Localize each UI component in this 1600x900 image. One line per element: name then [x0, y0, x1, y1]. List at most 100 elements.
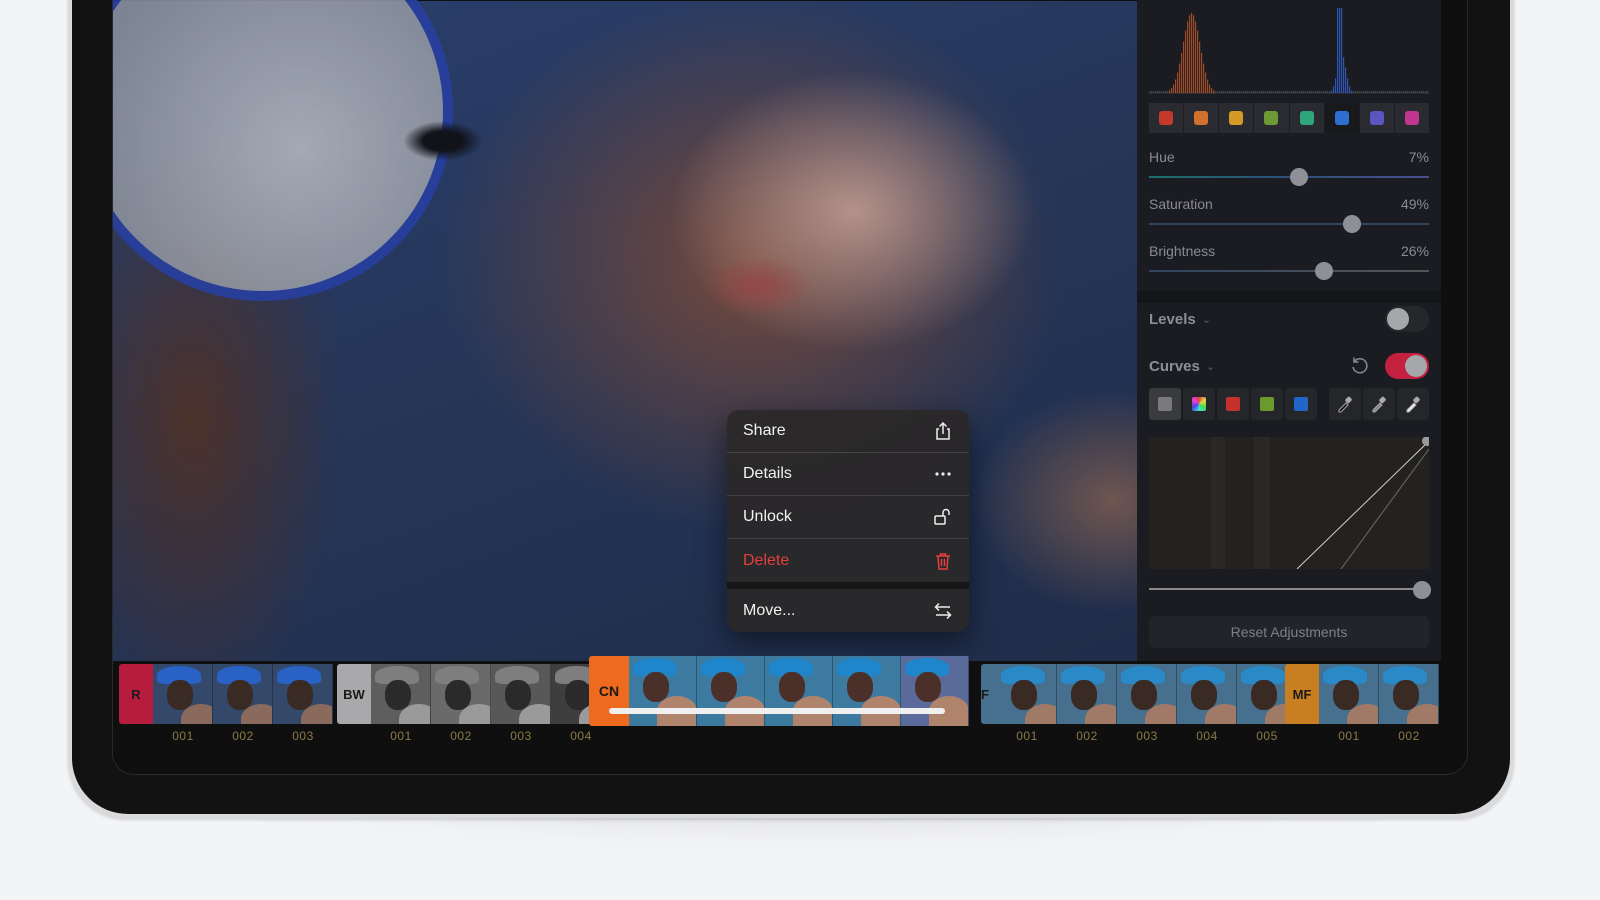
curve-line[interactable] [1296, 440, 1430, 570]
slider-value: 49% [1400, 196, 1429, 212]
filmstrip-thumbnail[interactable] [1319, 664, 1379, 724]
slider-thumb[interactable] [1289, 168, 1308, 186]
thumbnail-label: 002 [1398, 729, 1420, 743]
color-swatch[interactable] [1254, 103, 1289, 133]
histogram-bar [1187, 21, 1189, 93]
histogram-bar [1209, 84, 1211, 93]
slider-thumb[interactable] [1315, 262, 1333, 280]
thumbnail-label: 001 [390, 729, 412, 743]
menu-item-details[interactable]: Details [727, 453, 969, 496]
histogram-bar [1159, 91, 1161, 93]
brightness-slider[interactable]: Brightness 26% [1149, 243, 1429, 283]
filmstrip-thumbnail[interactable] [213, 664, 273, 724]
curves-toggle[interactable] [1385, 353, 1429, 379]
slider-value: 7% [1408, 149, 1429, 165]
gray-point-dropper-icon[interactable] [1363, 388, 1395, 420]
hue-slider[interactable]: Hue 7% [1149, 149, 1429, 189]
histogram-bar [1253, 91, 1255, 93]
histogram-bar [1403, 91, 1405, 93]
color-swatch[interactable] [1394, 103, 1429, 133]
levels-toggle[interactable] [1385, 306, 1429, 332]
filmstrip-thumbnail[interactable] [491, 664, 551, 724]
slider-thumb[interactable] [1413, 581, 1431, 599]
filmstrip-group-tag[interactable]: BW [337, 664, 371, 724]
curve-channel-gray[interactable] [1149, 388, 1181, 420]
photo-canvas[interactable] [113, 0, 1159, 701]
filmstrip-thumbnail[interactable] [697, 656, 765, 726]
filmstrip-group-tag[interactable]: F [981, 664, 997, 724]
filmstrip-thumbnail[interactable] [833, 656, 901, 726]
filmstrip-thumbnail[interactable] [371, 664, 431, 724]
curve-channel-red[interactable] [1217, 388, 1249, 420]
slider-track[interactable] [1149, 223, 1429, 225]
filmstrip-group-tag[interactable]: CN [589, 656, 629, 726]
filmstrip-thumbnail[interactable] [629, 656, 697, 726]
histogram-bar [1335, 78, 1337, 93]
white-point-dropper-icon[interactable] [1397, 388, 1429, 420]
reset-adjustments-button[interactable]: Reset Adjustments [1149, 616, 1429, 648]
histogram-bar [1249, 91, 1251, 93]
histogram-bar [1339, 8, 1341, 93]
filmstrip-thumbnail[interactable] [273, 664, 333, 724]
histogram-bar [1281, 91, 1283, 93]
levels-header[interactable]: Levels ⌄ [1149, 304, 1429, 334]
histogram-bar [1309, 91, 1311, 93]
filmstrip-thumbnail[interactable] [153, 664, 213, 724]
curve-point[interactable] [1422, 436, 1432, 446]
color-swatch[interactable] [1324, 103, 1359, 133]
share-icon [936, 421, 950, 440]
curve-channel-rgb[interactable] [1183, 388, 1215, 420]
black-point-dropper-icon[interactable] [1329, 388, 1361, 420]
histogram-bar [1161, 91, 1163, 93]
histogram-bar [1165, 91, 1167, 93]
filmstrip-group-tag[interactable]: R [119, 664, 153, 724]
curve-intensity-slider[interactable] [1149, 576, 1431, 616]
color-swatch[interactable] [1359, 103, 1394, 133]
menu-item-move[interactable]: Move... [727, 589, 969, 632]
channel-color-icon [1226, 397, 1240, 411]
filmstrip-thumbnail[interactable] [1379, 664, 1439, 724]
color-swatch[interactable] [1149, 103, 1184, 133]
filmstrip-group-tag[interactable]: MF [1285, 664, 1319, 724]
filmstrip-thumbnail[interactable] [997, 664, 1057, 724]
home-indicator[interactable] [609, 708, 945, 714]
menu-item-share[interactable]: Share [727, 410, 969, 453]
curves-header[interactable]: Curves ⌄ [1149, 351, 1429, 381]
thumbnail-label: 003 [292, 729, 314, 743]
slider-thumb[interactable] [1343, 215, 1361, 233]
slider-track[interactable] [1149, 270, 1429, 272]
histogram-bar [1317, 91, 1319, 93]
color-swatch[interactable] [1219, 103, 1254, 133]
histogram-bar [1313, 91, 1315, 93]
color-swatch[interactable] [1184, 103, 1219, 133]
swatch-color-icon [1194, 111, 1209, 125]
curve-channel-blue[interactable] [1285, 388, 1317, 420]
trash-icon [936, 552, 950, 570]
curve-channel-green[interactable] [1251, 388, 1283, 420]
histogram-bar [1213, 90, 1215, 93]
reset-curve-icon[interactable] [1349, 355, 1371, 377]
color-swatch[interactable] [1289, 103, 1324, 133]
filmstrip-thumbnail[interactable] [901, 656, 969, 726]
slider-track[interactable] [1149, 588, 1429, 590]
histogram-bar [1189, 15, 1191, 93]
thumbnail-label: 002 [232, 729, 254, 743]
histogram-bar [1207, 79, 1209, 93]
filmstrip-thumbnail[interactable] [1057, 664, 1117, 724]
filmstrip-thumbnail[interactable] [1177, 664, 1237, 724]
chevron-down-icon: ⌄ [1201, 313, 1211, 326]
histogram-bar [1199, 41, 1201, 93]
histogram-bar [1163, 91, 1165, 93]
menu-item-unlock[interactable]: Unlock [727, 496, 969, 539]
swatch-color-icon [1229, 111, 1244, 125]
histogram-bar [1351, 90, 1353, 93]
menu-item-delete[interactable]: Delete [727, 539, 969, 582]
histogram-bar [1387, 91, 1389, 93]
thumbnail-label: 001 [172, 729, 194, 743]
filmstrip-thumbnail[interactable] [1117, 664, 1177, 724]
filmstrip-thumbnail[interactable] [765, 656, 833, 726]
saturation-slider[interactable]: Saturation 49% [1149, 196, 1429, 236]
curves-graph[interactable] [1149, 436, 1432, 570]
filmstrip-thumbnail[interactable] [431, 664, 491, 724]
thumbnail-label: 001 [1016, 729, 1038, 743]
